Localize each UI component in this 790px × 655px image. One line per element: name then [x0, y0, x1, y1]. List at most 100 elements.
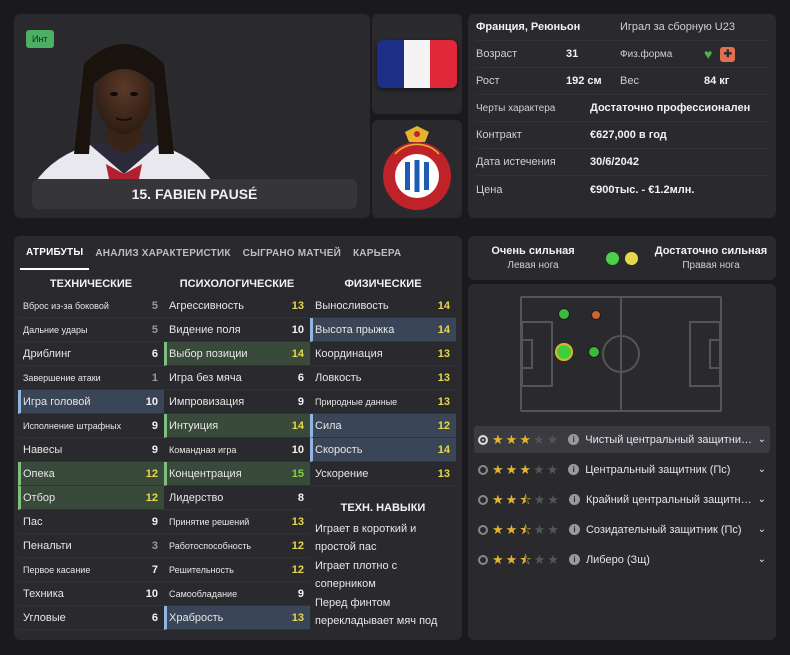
chevron-down-icon[interactable]: ⌄: [758, 554, 766, 565]
mental-attribute-row[interactable]: Выбор позиции 14: [164, 342, 310, 366]
role-stars: ★ ★ ⯪ ★ ★: [492, 493, 559, 506]
attribute-name: Лидерство: [169, 491, 224, 504]
tab-attributes[interactable]: АТРИБУТЫ: [20, 236, 90, 270]
contract-label: Контракт: [476, 129, 522, 141]
technical-attribute-row[interactable]: Вброс из-за боковой 5: [18, 294, 164, 318]
role-radio[interactable]: [478, 434, 488, 445]
tab-analysis[interactable]: АНАЛИЗ ХАРАКТЕРИСТИК: [89, 236, 236, 270]
chevron-down-icon[interactable]: ⌄: [758, 464, 766, 475]
info-icon[interactable]: i: [568, 494, 580, 505]
star-icon: ★: [547, 522, 559, 537]
attribute-name: Сила: [315, 419, 342, 432]
physical-attribute-row[interactable]: Ускорение 13: [310, 462, 456, 486]
attribute-name: Техника: [23, 587, 64, 600]
physical-attribute-row[interactable]: Сила 12: [310, 414, 456, 438]
role-radio[interactable]: [478, 494, 488, 505]
mental-title: ПСИХОЛОГИЧЕСКИЕ: [179, 278, 295, 290]
technical-attribute-row[interactable]: Пас 9: [18, 510, 164, 534]
chevron-down-icon[interactable]: ⌄: [758, 524, 766, 535]
role-radio[interactable]: [478, 554, 488, 565]
info-icon[interactable]: i: [568, 524, 580, 535]
star-icon: ★: [505, 552, 518, 567]
role-row[interactable]: ★ ★ ⯪ ★ ★ i Созидательный защитник (Пс) ⌄: [474, 516, 770, 543]
physical-attribute-row[interactable]: Высота прыжка 14: [310, 318, 456, 342]
skill-item[interactable]: Играет в короткий и простой пас: [310, 520, 456, 556]
mental-column: ПСИХОЛОГИЧЕСКИЕ Агрессивность 13 Видение п…: [164, 274, 310, 630]
position-dot-dc[interactable]: [555, 343, 573, 361]
physical-attribute-row[interactable]: Выносливость 14: [310, 294, 456, 318]
mental-attribute-row[interactable]: Концентрация 15: [164, 462, 310, 486]
physical-attribute-row[interactable]: Ловкость 13: [310, 366, 456, 390]
technical-column: ТЕХНИЧЕСКИЕ Вброс из-за боковой 5 Дальние …: [18, 274, 164, 630]
heart-icon: ♥: [704, 46, 713, 62]
expiry-label: Дата истечения: [476, 156, 556, 168]
technical-attribute-row[interactable]: Завершение атаки 1: [18, 366, 164, 390]
role-row[interactable]: ★ ★ ★ ★ ★ i Центральный защитник (Пс) ⌄: [474, 456, 770, 483]
attribute-name: Исполнение штрафных: [23, 420, 122, 431]
technical-attribute-row[interactable]: Исполнение штрафных 9: [18, 414, 164, 438]
attribute-value: 14: [437, 299, 450, 312]
chevron-down-icon[interactable]: ⌄: [758, 494, 766, 505]
skill-item[interactable]: Играет плотно с соперником: [310, 557, 456, 593]
mental-attribute-row[interactable]: Агрессивность 13: [164, 294, 310, 318]
mental-attribute-row[interactable]: Интуиция 14: [164, 414, 310, 438]
mental-attribute-row[interactable]: Игра без мяча 6: [164, 366, 310, 390]
club-badge-panel[interactable]: [372, 120, 462, 218]
role-row[interactable]: ★ ★ ⯪ ★ ★ i Либеро (Зщ) ⌄: [474, 546, 770, 573]
mental-attribute-row[interactable]: Видение поля 10: [164, 318, 310, 342]
position-dot-mc[interactable]: [591, 310, 601, 320]
technical-attribute-row[interactable]: Дриблинг 6: [18, 342, 164, 366]
mental-attribute-row[interactable]: Командная игра 10: [164, 438, 310, 462]
france-flag-icon: [377, 40, 457, 88]
mental-attribute-row[interactable]: Самообладание 9: [164, 582, 310, 606]
mental-attribute-row[interactable]: Принятие решений 13: [164, 510, 310, 534]
physical-attribute-row[interactable]: Скорость 14: [310, 438, 456, 462]
role-row[interactable]: ★ ★ ★ ★ ★ i Чистый центральный защитник (Ст) ⌄: [474, 426, 770, 453]
attribute-name: Импровизация: [169, 395, 245, 408]
skills-section: ТЕХН. НАВЫКИ Играет в короткий и простой …: [310, 496, 456, 630]
technical-attribute-row[interactable]: Опека 12: [18, 462, 164, 486]
physical-attribute-row[interactable]: Координация 13: [310, 342, 456, 366]
pitch-lines: [522, 298, 720, 410]
nation-flag-panel[interactable]: [372, 14, 462, 114]
attribute-name: Вброс из-за боковой: [23, 300, 109, 311]
attribute-name: Ускорение: [315, 467, 369, 480]
info-icon[interactable]: i: [568, 434, 580, 445]
role-row[interactable]: ★★⯪★★iКрайний центральный защитник (Пс)⌄: [474, 486, 770, 513]
technical-attribute-row[interactable]: Дальние удары 5: [18, 318, 164, 342]
technical-attribute-row[interactable]: Навесы 9: [18, 438, 164, 462]
role-radio[interactable]: [478, 524, 488, 535]
star-icon: ★: [547, 492, 559, 507]
technical-attribute-row[interactable]: Угловые 6: [18, 606, 164, 630]
position-dot-dm2[interactable]: [588, 346, 600, 358]
info-icon[interactable]: i: [568, 464, 580, 475]
mental-attribute-row[interactable]: Работоспособность 12: [164, 534, 310, 558]
role-radio[interactable]: [478, 464, 488, 475]
mental-attribute-row[interactable]: Решительность 12: [164, 558, 310, 582]
attribute-value: 6: [151, 347, 158, 360]
technical-attribute-row[interactable]: Отбор 12: [18, 486, 164, 510]
technical-attribute-row[interactable]: Первое касание 7: [18, 558, 164, 582]
skill-item[interactable]: Перед финтом перекладывает мяч под: [310, 594, 456, 630]
attribute-value: 12: [145, 491, 158, 504]
skills-title: ТЕХН. НАВЫКИ: [340, 502, 426, 514]
attribute-name: Храбрость: [169, 611, 224, 624]
mental-attribute-row[interactable]: Импровизация 9: [164, 390, 310, 414]
attribute-name: Самообладание: [169, 588, 238, 599]
mental-attribute-row[interactable]: Лидерство 8: [164, 486, 310, 510]
info-icon[interactable]: i: [568, 554, 580, 565]
chevron-down-icon[interactable]: ⌄: [758, 434, 766, 445]
tab-career[interactable]: КАРЬЕРА: [347, 236, 407, 270]
attribute-value: 12: [145, 467, 158, 480]
technical-attribute-row[interactable]: Игра головой 10: [18, 390, 164, 414]
attribute-value: 9: [151, 419, 158, 432]
technical-attribute-row[interactable]: Пенальти 3: [18, 534, 164, 558]
position-dot-dm[interactable]: [558, 308, 570, 320]
technical-attribute-row[interactable]: Техника 10: [18, 582, 164, 606]
tab-matches[interactable]: СЫГРАНО МАТЧЕЙ: [237, 236, 347, 270]
mental-attribute-row[interactable]: Храбрость 13: [164, 606, 310, 630]
attribute-value: 13: [437, 467, 450, 480]
attribute-value: 7: [151, 563, 158, 576]
role-name: Чистый центральный защитник (Ст): [585, 433, 754, 446]
physical-attribute-row[interactable]: Природные данные 13: [310, 390, 456, 414]
